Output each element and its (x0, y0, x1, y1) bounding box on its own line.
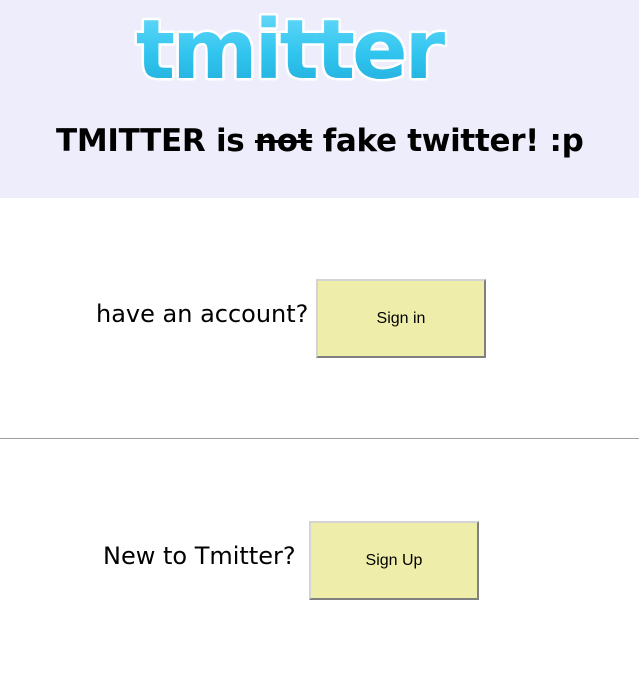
tagline-struck-word: not (254, 123, 313, 159)
page-tagline: TMITTER is not fake twitter! :p (56, 118, 584, 164)
signin-prompt: have an account? (96, 300, 309, 328)
header-banner: tmitter TMITTER is not fake twitter! :p (0, 0, 639, 198)
sign-up-button[interactable]: Sign Up (309, 521, 479, 600)
sign-in-button[interactable]: Sign in (316, 279, 486, 358)
tagline-after: fake twitter! :p (312, 123, 584, 159)
svg-text:tmitter: tmitter (136, 3, 446, 92)
section-divider (0, 438, 639, 439)
tmitter-logo: tmitter (133, 2, 451, 92)
signup-prompt: New to Tmitter? (103, 542, 296, 570)
tagline-before: TMITTER is (56, 123, 255, 159)
